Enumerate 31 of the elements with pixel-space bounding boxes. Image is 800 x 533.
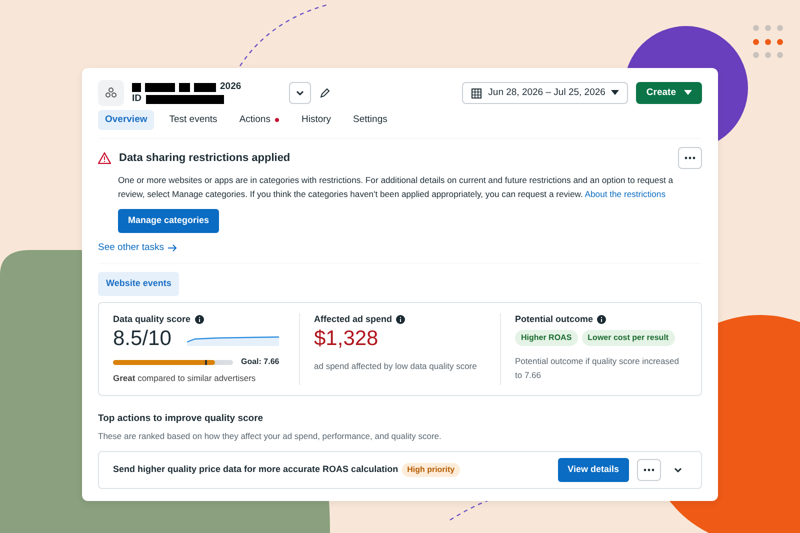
tab[interactable]: Overview (98, 110, 154, 130)
section-title: Top actions to improve quality score (98, 412, 264, 426)
metric-title: Affected ad spend (314, 312, 392, 326)
goal-label: Goal: 7.66 (241, 356, 280, 368)
alert-title: Data sharing restrictions applied (119, 151, 292, 166)
metric-title: Data quality score (113, 312, 191, 326)
outcome-tag: Higher ROAS (515, 330, 578, 346)
create-button[interactable]: Create (636, 82, 702, 104)
outcome-tag: Lower cost per result (582, 330, 675, 346)
date-range-button[interactable]: Jun 28, 2026 – Jul 25, 2026 (462, 82, 628, 104)
action-title: Send higher quality price data for more accurate ROAS calculation (113, 463, 398, 476)
manage-categories-button[interactable]: Manage categories (118, 209, 220, 233)
account-name: 2026 (220, 81, 242, 93)
filter-tab[interactable]: Website events (98, 272, 180, 296)
comparison-text: Great compared to similar advertisers (113, 372, 257, 385)
score-value: 8.5/10 (113, 326, 172, 352)
id-label: ID (132, 93, 142, 105)
spend-value: $1,328 (314, 326, 380, 352)
metric-title: Potential outcome (515, 312, 594, 326)
view-details-button[interactable]: View details (558, 458, 629, 482)
metric-caption: ad spend affected by low data quality score (314, 360, 478, 373)
metric-caption: Potential outcome if quality score increased to 7.66 (515, 355, 680, 382)
section-subtitle: These are ranked based on how they affect your ad spend, performance, and quality score. (98, 430, 442, 443)
about-restrictions-link[interactable]: About the restrictions (584, 189, 666, 200)
see-other-tasks-link[interactable]: See other tasks (98, 240, 178, 255)
tab[interactable]: Test events (162, 110, 224, 130)
tab[interactable]: Actions (232, 110, 286, 130)
priority-badge: High priority (402, 462, 460, 477)
alert-message: One or more websites or apps are in categories with restrictions. For additional details on current and future restrictions and an option to request a review, select Manage categories. If you think the categories haven't been applied appropriately, you can request a review. About the restrictions (118, 174, 674, 202)
tab[interactable]: Settings (346, 110, 394, 130)
tab[interactable]: History (294, 110, 338, 130)
